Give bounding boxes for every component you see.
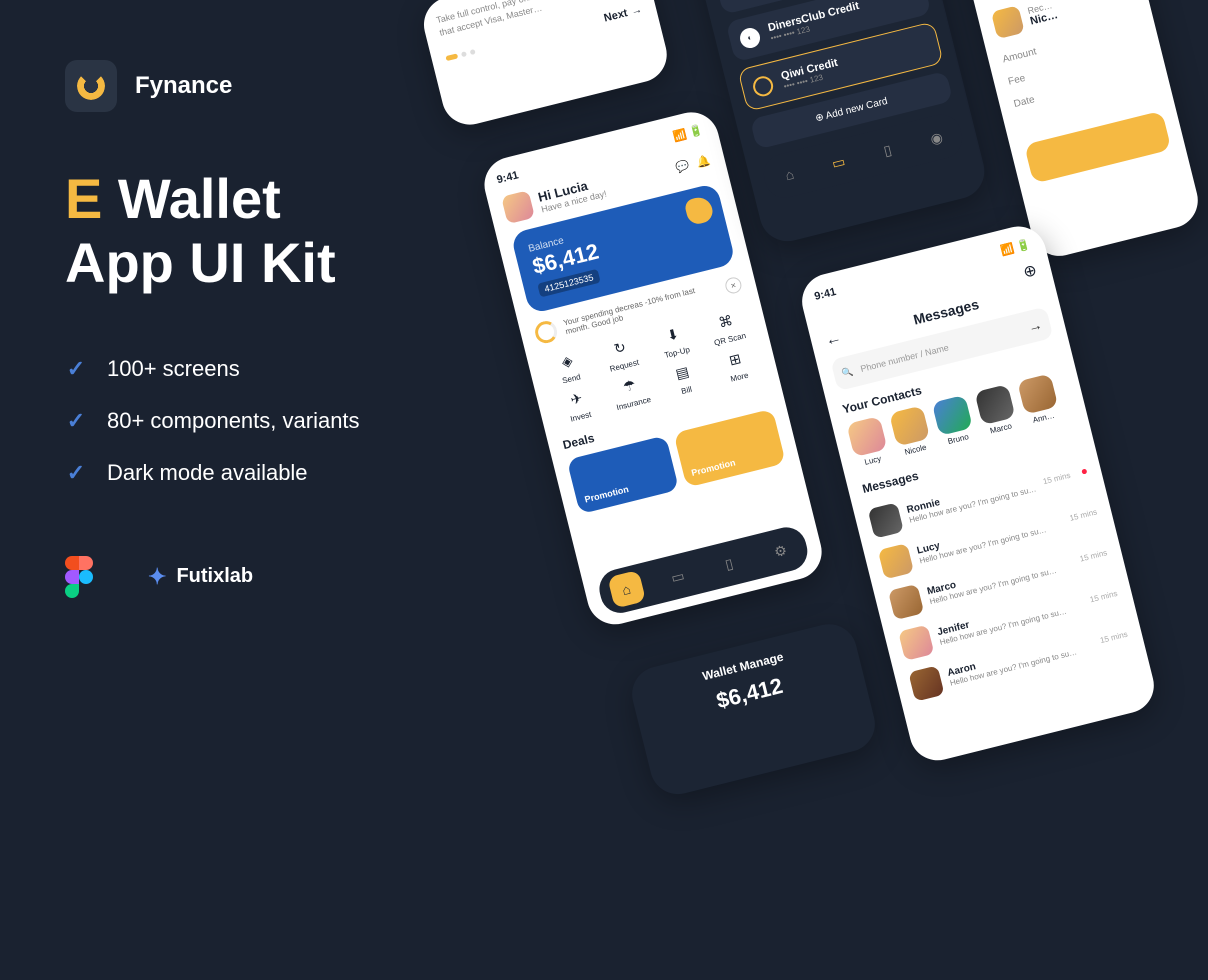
futixlab-icon: ✦ xyxy=(148,564,166,590)
nav-settings-icon[interactable]: ⚙ xyxy=(761,532,800,571)
unread-dot-icon xyxy=(1081,468,1087,474)
action-qrscan[interactable]: ⌘QR Scan xyxy=(700,306,755,350)
message-list: RonnieHello how are you? I'm going to su… xyxy=(866,450,1132,707)
nav-home-icon[interactable]: ⌂ xyxy=(607,570,646,609)
contact-item[interactable]: Ann… xyxy=(1017,373,1061,426)
search-icon: 🔍 xyxy=(841,366,855,379)
nav-home-icon[interactable]: ⌂ xyxy=(770,155,809,194)
arrow-right-icon: → xyxy=(630,4,644,18)
diners-icon: ◐ xyxy=(738,25,762,49)
futixlab-brand: ✦ Futixlab xyxy=(148,564,253,590)
phone-wallet-manage: Wallet Manage $6,412 xyxy=(626,618,881,800)
feature-item: ✓ Dark mode available xyxy=(65,460,505,486)
plus-icon: ⊕ xyxy=(814,112,825,125)
tools-row: ✦ Futixlab xyxy=(65,556,505,598)
confirm-button[interactable] xyxy=(1024,111,1171,184)
action-bill[interactable]: ▤Bill xyxy=(656,357,711,401)
next-button[interactable]: Next → xyxy=(603,4,644,25)
nav-stats-icon[interactable]: ▯ xyxy=(710,544,749,583)
status-time: 9:41 xyxy=(496,169,521,187)
brand-logo-icon xyxy=(65,60,117,112)
back-icon[interactable]: ← xyxy=(824,329,844,350)
phone-onboarding: Take full control, pay online at any and… xyxy=(418,0,673,131)
phone-mockups: Take full control, pay online at any and… xyxy=(399,0,1208,979)
nav-stats-icon[interactable]: ▯ xyxy=(868,131,907,170)
arrow-right-icon: → xyxy=(1026,316,1043,335)
chat-icon[interactable]: 💬 xyxy=(674,158,690,174)
progress-ring-icon xyxy=(533,319,560,346)
action-insurance[interactable]: ☂Insurance xyxy=(603,370,658,414)
check-icon: ✓ xyxy=(65,462,87,484)
brand-name: Fynance xyxy=(135,72,232,100)
feature-item: ✓ 80+ components, variants xyxy=(65,408,505,434)
nav-profile-icon[interactable]: ◉ xyxy=(917,119,956,158)
phone-transfer: 9:41 Transfer S… Rec…Nic… Amount Fee Dat… xyxy=(957,0,1204,262)
action-send[interactable]: ◈Send xyxy=(541,345,596,389)
user-avatar[interactable] xyxy=(501,190,535,224)
pager-dots xyxy=(445,49,475,61)
status-icons: 📶 🔋 xyxy=(672,123,705,143)
contact-item[interactable]: Marco xyxy=(974,384,1018,437)
contact-item[interactable]: Nicole xyxy=(889,405,933,458)
close-icon[interactable]: × xyxy=(724,276,743,295)
action-invest[interactable]: ✈Invest xyxy=(550,383,605,427)
bell-icon[interactable]: 🔔 xyxy=(695,153,711,169)
recipient-avatar[interactable] xyxy=(991,5,1025,39)
feature-list: ✓ 100+ screens ✓ 80+ components, variant… xyxy=(65,356,505,486)
status-icons: 📶 🔋 xyxy=(999,238,1032,258)
mastercard-icon xyxy=(726,0,756,1)
check-icon: ✓ xyxy=(65,358,87,380)
headline: E Wallet App UI Kit xyxy=(65,167,505,296)
nav-wallet-icon[interactable]: ▭ xyxy=(819,143,858,182)
figma-icon xyxy=(65,556,93,598)
headline-accent: E xyxy=(65,167,102,230)
nav-wallet-icon[interactable]: ▭ xyxy=(658,557,697,596)
action-more[interactable]: ⊞More xyxy=(709,344,764,388)
status-time: 9:41 xyxy=(813,286,838,304)
check-icon: ✓ xyxy=(65,410,87,432)
feature-item: ✓ 100+ screens xyxy=(65,356,505,382)
action-request[interactable]: ↻Request xyxy=(594,332,649,376)
action-topup[interactable]: ⬇Top-Up xyxy=(647,319,702,363)
contact-item[interactable]: Bruno xyxy=(932,395,976,448)
qiwi-icon xyxy=(751,74,775,98)
contact-item[interactable]: Lucy xyxy=(846,416,890,469)
bottom-nav: ⌂ ▭ ▯ ⚙ xyxy=(595,523,811,617)
